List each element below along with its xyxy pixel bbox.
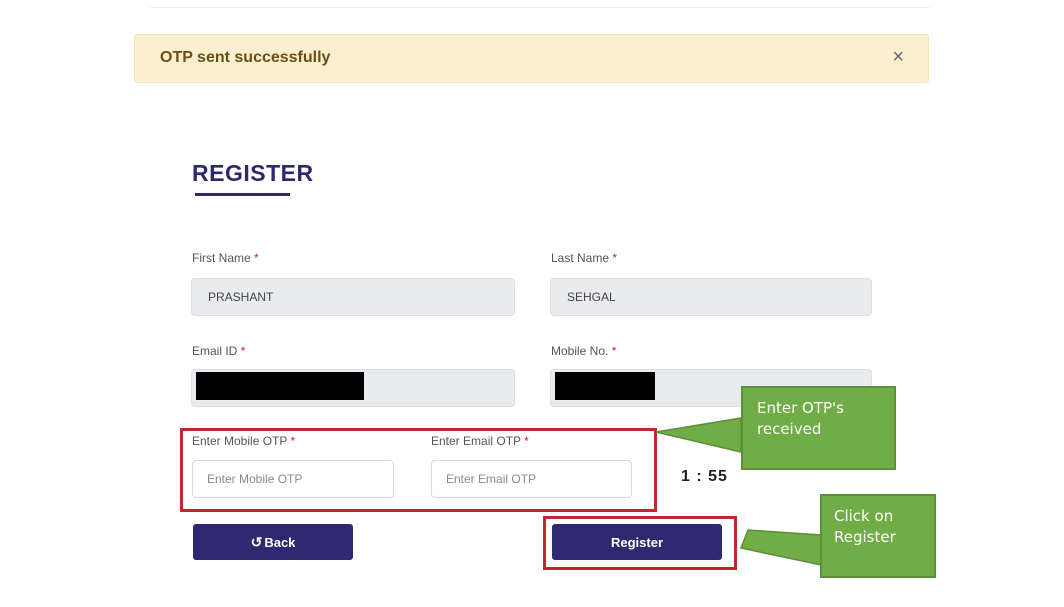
register-callout: Click on Register: [820, 494, 936, 578]
register-callout-text: Click on Register: [834, 507, 896, 546]
otp-callout-text: Enter OTP's received: [757, 399, 844, 438]
otp-callout: Enter OTP's received: [741, 386, 896, 470]
